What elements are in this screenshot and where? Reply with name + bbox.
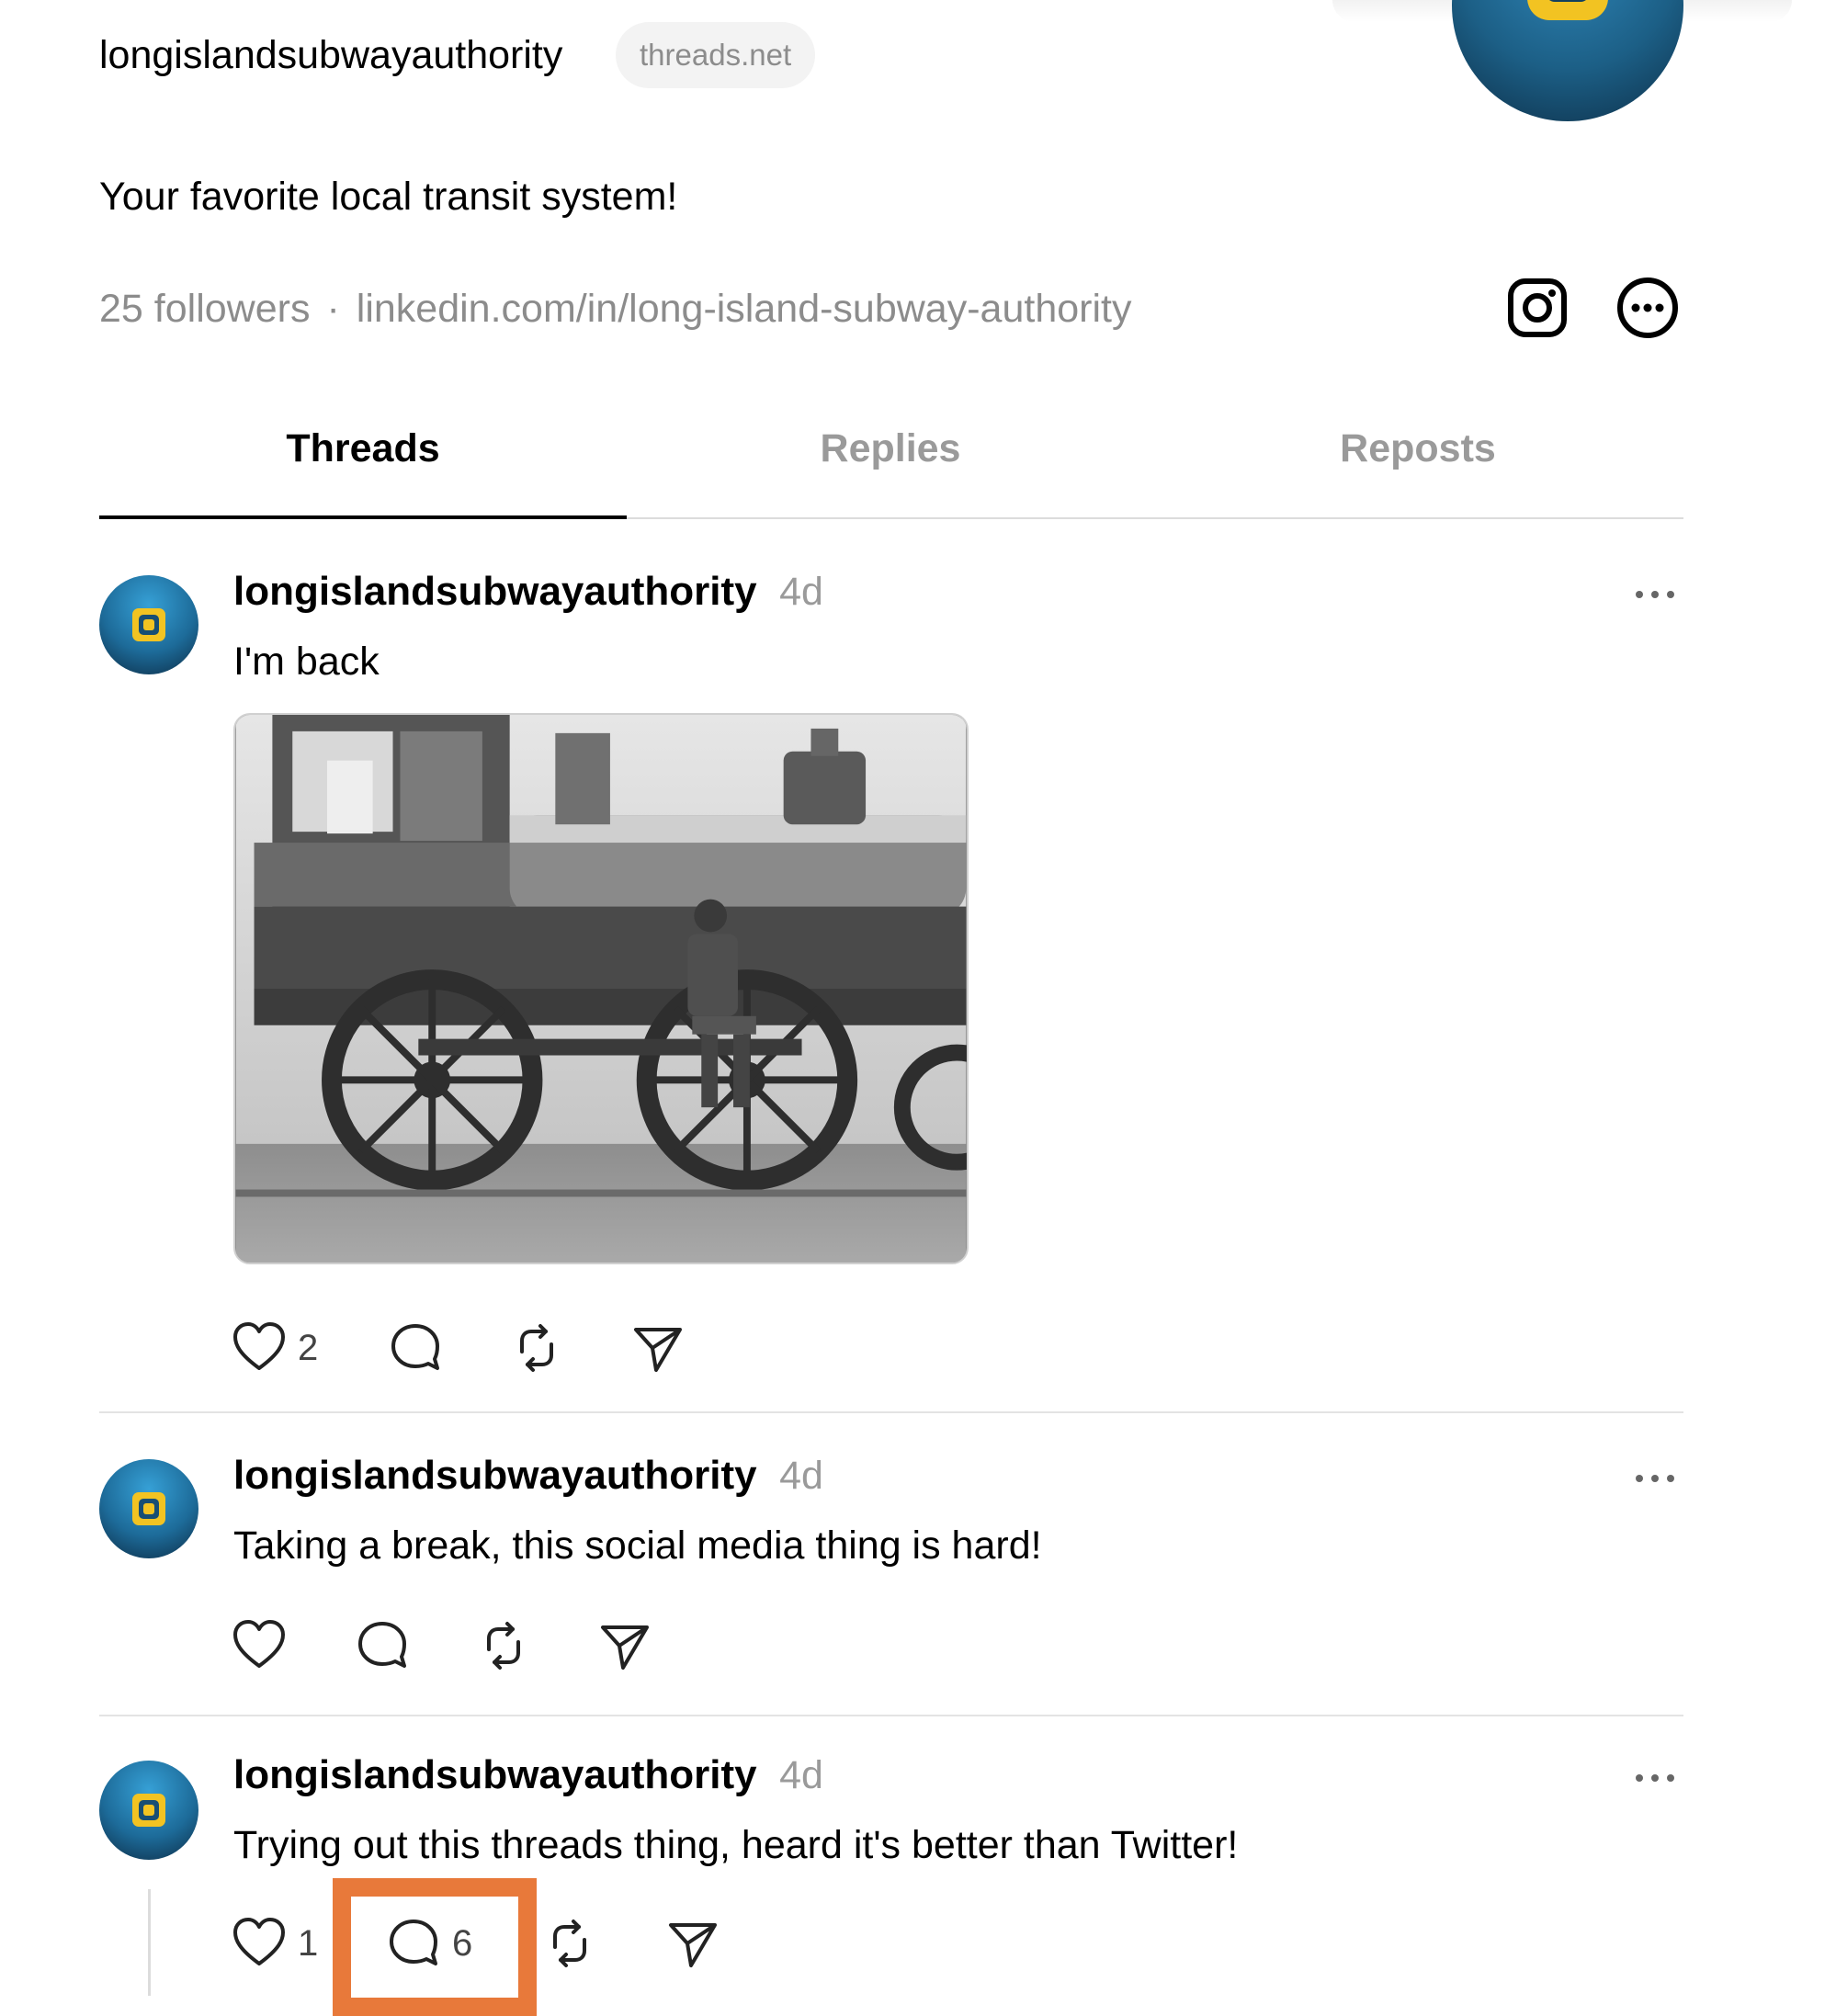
- transit-logo-icon: [132, 608, 165, 641]
- post-avatar[interactable]: [99, 575, 198, 674]
- post-more-icon[interactable]: [1634, 588, 1676, 601]
- like-button[interactable]: 1: [232, 1911, 318, 1976]
- send-icon: [601, 1625, 649, 1670]
- share-button[interactable]: [597, 1614, 652, 1678]
- more-circle-icon[interactable]: [1614, 274, 1682, 342]
- post-divider: [99, 1715, 1683, 1716]
- share-button[interactable]: [665, 1911, 720, 1976]
- share-button[interactable]: [630, 1316, 686, 1380]
- tab-threads[interactable]: Threads: [99, 421, 627, 476]
- like-button[interactable]: 2: [232, 1316, 318, 1380]
- comment-icon: [358, 1622, 406, 1668]
- send-icon: [634, 1328, 682, 1372]
- post-text: Taking a break, this social media thing …: [233, 1523, 1042, 1568]
- post-avatar[interactable]: [99, 1459, 198, 1558]
- repost-icon: [553, 1920, 586, 1967]
- post-username[interactable]: longislandsubwayauthority 4d: [233, 1750, 823, 1801]
- reply-button[interactable]: [355, 1614, 410, 1678]
- post-divider: [99, 1411, 1683, 1413]
- thread-connector-line: [148, 1889, 151, 1996]
- repost-icon: [520, 1324, 553, 1372]
- post-timestamp: 4d: [779, 1454, 823, 1498]
- post-text: I'm back: [233, 640, 380, 684]
- post-avatar[interactable]: [99, 1761, 198, 1860]
- profile-avatar[interactable]: [1452, 0, 1683, 121]
- post-username[interactable]: longislandsubwayauthority 4d: [233, 1450, 823, 1501]
- profile-bio: Your favorite local transit system!: [99, 175, 678, 219]
- profile-meta: 25 followers · linkedin.com/in/long-island…: [99, 285, 1131, 333]
- comment-icon: [391, 1324, 439, 1370]
- profile-handle: longislandsubwayauthority: [99, 33, 563, 77]
- repost-button[interactable]: [509, 1316, 564, 1380]
- active-tab-indicator: [99, 515, 627, 519]
- heart-icon: [233, 1620, 285, 1668]
- transit-logo-icon: [132, 1492, 165, 1525]
- post-media-image[interactable]: [233, 713, 969, 1264]
- train-photo: [235, 715, 967, 1263]
- tab-reposts[interactable]: Reposts: [1154, 421, 1682, 476]
- transit-logo-icon: [132, 1794, 165, 1827]
- post-username[interactable]: longislandsubwayauthority 4d: [233, 566, 823, 617]
- like-button[interactable]: [232, 1614, 287, 1678]
- heart-icon: [233, 1322, 285, 1370]
- transit-logo-icon: [1527, 0, 1608, 20]
- profile-link[interactable]: linkedin.com/in/long-island-subway-autho…: [357, 287, 1132, 331]
- followers-count[interactable]: 25 followers: [99, 287, 310, 331]
- like-count: 2: [298, 1328, 319, 1368]
- repost-icon: [487, 1622, 520, 1670]
- like-count: 1: [298, 1923, 319, 1964]
- repost-button[interactable]: [542, 1911, 597, 1976]
- repost-button[interactable]: [476, 1614, 531, 1678]
- post-more-icon[interactable]: [1634, 1772, 1676, 1784]
- send-icon: [669, 1923, 717, 1967]
- instagram-icon[interactable]: [1503, 274, 1571, 342]
- reply-highlight-box: [333, 1878, 537, 2016]
- tab-replies[interactable]: Replies: [627, 421, 1154, 476]
- reply-button[interactable]: [388, 1316, 443, 1380]
- post-text: Trying out this threads thing, heard it'…: [233, 1823, 1239, 1867]
- post-more-icon[interactable]: [1634, 1472, 1676, 1485]
- post-timestamp: 4d: [779, 570, 823, 614]
- domain-badge[interactable]: threads.net: [616, 22, 816, 88]
- heart-icon: [233, 1918, 285, 1965]
- post-timestamp: 4d: [779, 1753, 823, 1797]
- meta-separator: ·: [326, 287, 340, 331]
